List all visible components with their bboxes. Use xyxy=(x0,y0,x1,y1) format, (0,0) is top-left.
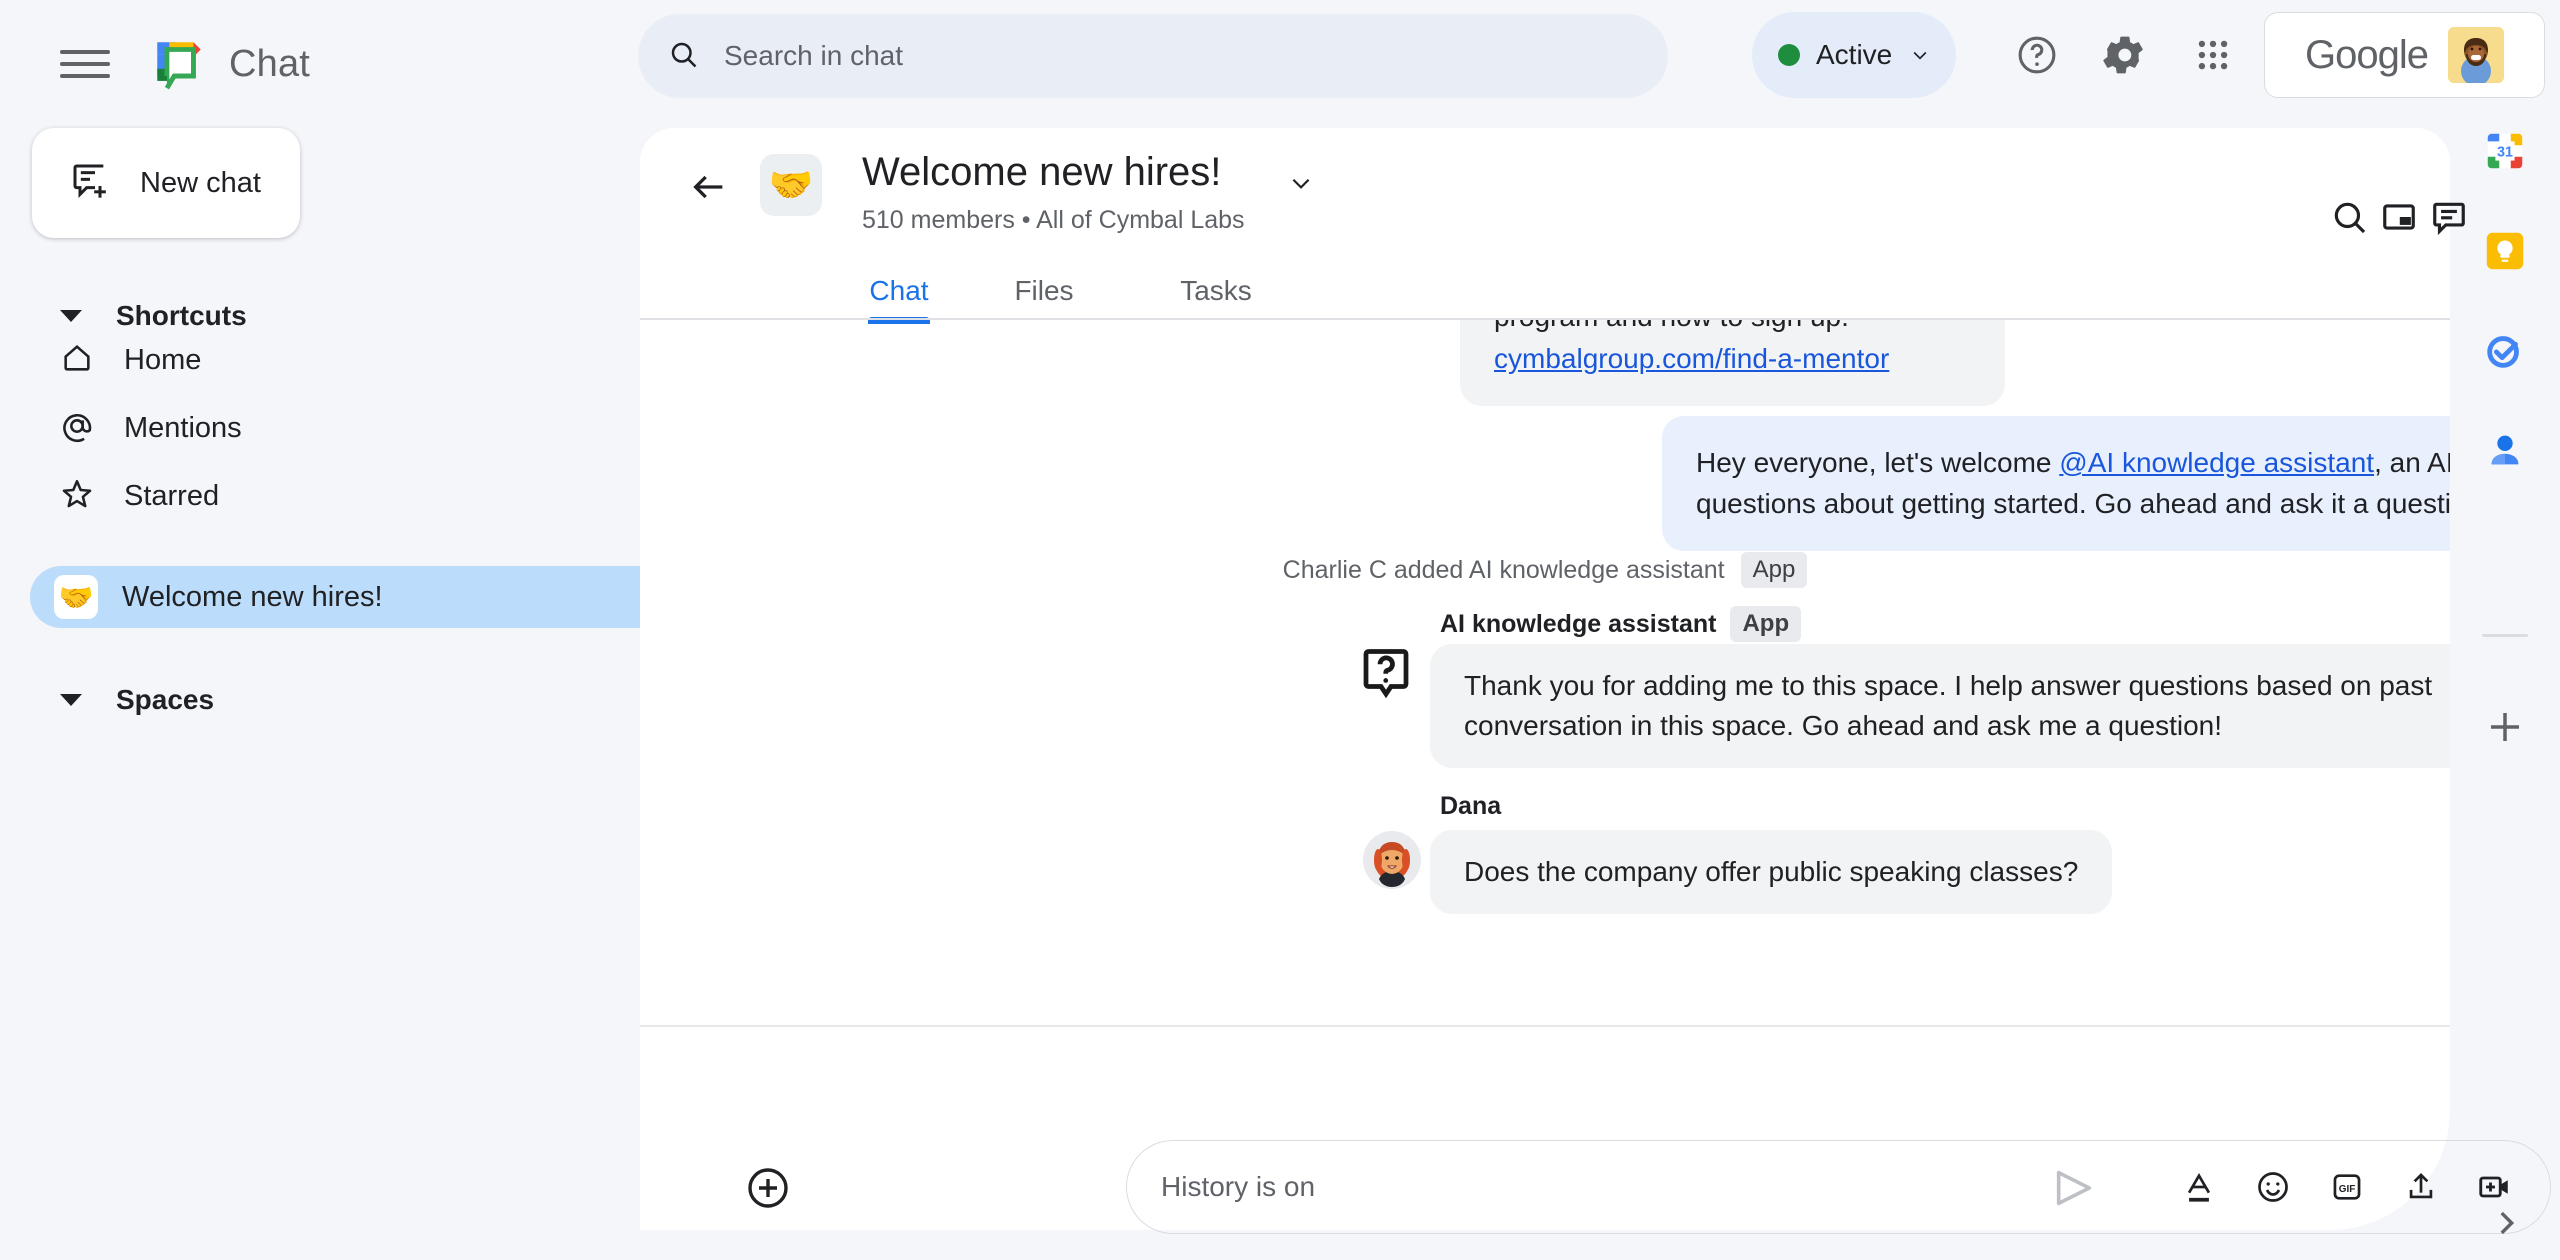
format-text-icon[interactable] xyxy=(2178,1166,2220,1208)
google-contacts-icon[interactable] xyxy=(2478,424,2532,478)
conversation-panel: 🤝 Welcome new hires! 510 members • All o… xyxy=(640,128,2551,1234)
spaces-title: Spaces xyxy=(116,684,215,715)
message-bubble-clipped: program and how to sign up: cymbalgroup.… xyxy=(1460,320,2005,406)
chevron-down-icon[interactable] xyxy=(1288,170,1314,196)
home-icon xyxy=(60,341,94,380)
sidebar-space-label: Welcome new hires! xyxy=(122,580,383,613)
message-list: program and how to sign up: cymbalgroup.… xyxy=(640,320,2450,1010)
apps-grid-icon[interactable] xyxy=(2178,20,2248,90)
at-sign-icon xyxy=(60,409,94,448)
clipped-text: program and how to sign up: xyxy=(1494,320,1971,338)
app-root: Chat Search in chat Active Google New ch… xyxy=(0,0,2560,1260)
rail-divider xyxy=(2482,634,2528,637)
new-chat-icon xyxy=(70,161,110,206)
sidebar: New chat Shortcuts Home Mentions Starred… xyxy=(0,128,686,1260)
app-brand: Chat xyxy=(150,35,310,93)
space-avatar: 🤝 xyxy=(760,154,822,216)
top-bar: Chat Search in chat Active Google xyxy=(0,0,2560,128)
google-keep-icon[interactable] xyxy=(2478,224,2532,278)
user-avatar xyxy=(2447,27,2504,83)
gear-icon[interactable] xyxy=(2090,20,2160,90)
mention-ai-knowledge-assistant[interactable]: @AI knowledge assistant xyxy=(2059,447,2374,478)
tab-tasks[interactable]: Tasks xyxy=(1130,260,1302,322)
add-circle-icon[interactable] xyxy=(740,1160,796,1216)
app-badge: App xyxy=(1730,606,1802,642)
message-bubble-assistant: Thank you for adding me to this space. I… xyxy=(1430,644,2450,768)
message-bubble-outgoing: Hey everyone, let's welcome @AI knowledg… xyxy=(1662,416,2450,551)
sidebar-item-mentions-label: Mentions xyxy=(124,411,242,444)
outgoing-text-before: Hey everyone, let's welcome xyxy=(1696,447,2060,478)
new-chat-label: New chat xyxy=(140,166,261,199)
tab-files[interactable]: Files xyxy=(958,260,1130,322)
hamburger-menu-icon[interactable] xyxy=(58,44,112,84)
back-arrow-icon[interactable] xyxy=(680,158,738,216)
app-badge: App xyxy=(1740,552,1808,588)
app-title: Chat xyxy=(229,42,311,85)
question-bubble-icon xyxy=(1356,644,1416,704)
search-placeholder: Search in chat xyxy=(724,40,903,71)
conversation-tabs: Chat Files Tasks xyxy=(840,260,1302,322)
send-icon[interactable] xyxy=(2044,1158,2104,1218)
chevron-down-icon xyxy=(1910,45,1930,65)
sidebar-item-starred-label: Starred xyxy=(124,479,220,512)
gif-icon[interactable]: GIF xyxy=(2326,1166,2368,1208)
svg-text:31: 31 xyxy=(2497,145,2513,161)
mentor-link[interactable]: cymbalgroup.com/find-a-mentor xyxy=(1494,338,1971,380)
upload-icon[interactable] xyxy=(2400,1166,2442,1208)
help-circle-icon[interactable] xyxy=(2002,20,2072,90)
search-input[interactable]: Search in chat xyxy=(638,14,1668,98)
composer-placeholder: History is on xyxy=(1161,1171,1316,1202)
status-label: Active xyxy=(1816,39,1893,70)
composer-divider xyxy=(640,1025,2450,1027)
plus-icon[interactable] xyxy=(2478,700,2532,754)
tab-chat[interactable]: Chat xyxy=(840,260,958,322)
sidebar-item-home[interactable]: Home xyxy=(40,328,600,392)
google-tasks-icon[interactable] xyxy=(2478,324,2532,378)
assistant-sender-name: AI knowledge assistant xyxy=(1440,609,1717,638)
app-rail: 31 xyxy=(2450,128,2560,1260)
message-bubble-dana: Does the company offer public speaking c… xyxy=(1430,830,2113,914)
new-chat-button[interactable]: New chat xyxy=(32,128,300,238)
google-chat-logo xyxy=(150,35,208,93)
status-selector[interactable]: Active xyxy=(1752,12,1957,98)
message-sender-assistant: AI knowledge assistant App xyxy=(1440,606,1802,642)
message-row-outgoing: Hey everyone, let's welcome @AI knowledg… xyxy=(1662,416,2450,551)
emoji-icon[interactable] xyxy=(2252,1166,2294,1208)
google-calendar-icon[interactable]: 31 xyxy=(2478,124,2532,178)
chevron-right-icon[interactable] xyxy=(2486,1203,2526,1243)
sidebar-item-mentions[interactable]: Mentions xyxy=(40,396,600,460)
star-icon xyxy=(60,477,94,516)
message-input[interactable]: History is on GIF xyxy=(1126,1140,2551,1234)
sidebar-item-welcome-new-hires[interactable]: 🤝 Welcome new hires! xyxy=(30,566,686,628)
handshake-icon: 🤝 xyxy=(54,575,98,619)
page-title: Welcome new hires! xyxy=(862,150,1222,194)
system-message: Charlie C added AI knowledge assistant A… xyxy=(640,552,2450,588)
caret-down-icon xyxy=(60,694,82,706)
sidebar-item-home-label: Home xyxy=(124,343,202,376)
status-dot xyxy=(1778,44,1800,66)
caret-down-icon xyxy=(60,310,82,322)
message-sender-dana: Dana xyxy=(1440,792,1502,820)
account-button[interactable]: Google xyxy=(2264,12,2545,98)
system-message-text: Charlie C added AI knowledge assistant xyxy=(1282,555,1725,584)
spaces-section-header[interactable]: Spaces xyxy=(60,674,460,726)
sidebar-item-starred[interactable]: Starred xyxy=(40,464,600,528)
space-subtitle: 510 members • All of Cymbal Labs xyxy=(862,206,1245,234)
search-icon xyxy=(668,39,698,74)
svg-text:GIF: GIF xyxy=(2339,1184,2356,1195)
google-wordmark: Google xyxy=(2305,32,2429,77)
dana-avatar xyxy=(1362,830,1422,890)
